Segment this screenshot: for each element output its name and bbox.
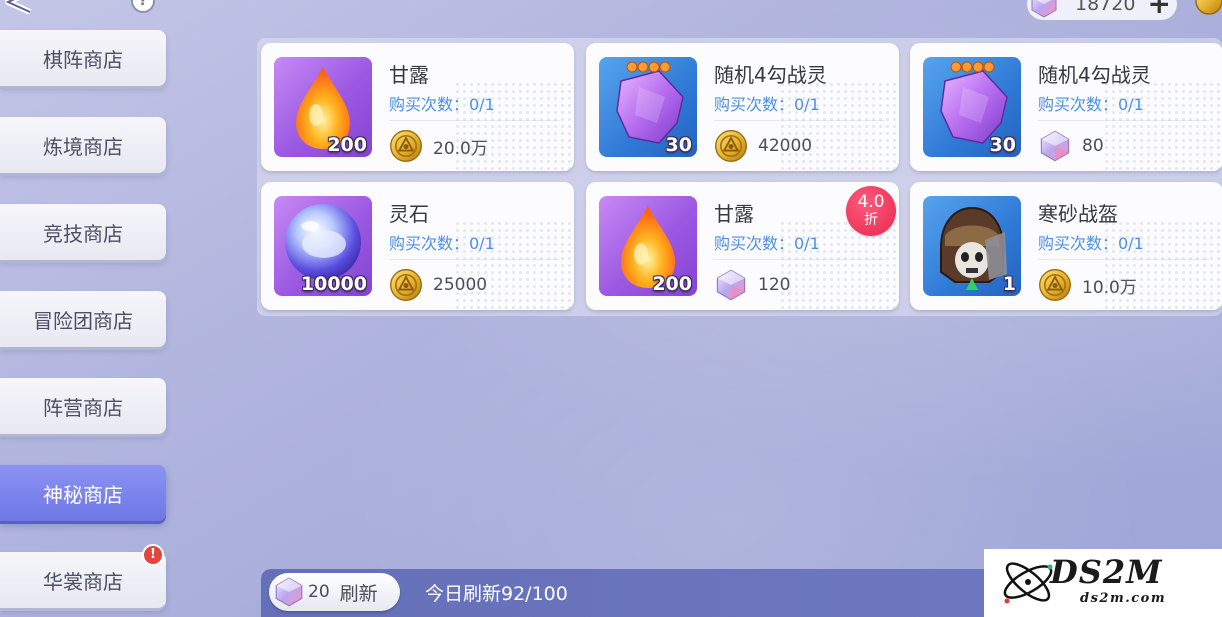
gem-amount: 18720 bbox=[1075, 0, 1136, 15]
refresh-button[interactable]: 20 刷新 bbox=[269, 573, 400, 611]
refresh-cost: 20 bbox=[308, 582, 330, 602]
item-quantity: 200 bbox=[327, 134, 367, 156]
divider bbox=[714, 259, 885, 260]
purchase-limit: 购买次数：0/1 bbox=[714, 95, 820, 114]
divider bbox=[1038, 120, 1209, 121]
war-spirit-shard-icon: 30 bbox=[599, 57, 697, 157]
purchase-limit: 购买次数：0/1 bbox=[1038, 234, 1144, 253]
sidebar-tab[interactable]: 冒险团商店 bbox=[0, 291, 166, 347]
item-price: 42000 bbox=[714, 127, 812, 165]
item-price: 80 bbox=[1038, 127, 1104, 165]
item-name: 甘露 bbox=[714, 202, 754, 226]
shop-item-card[interactable]: 30 随机4勾战灵购买次数：0/1 80 bbox=[910, 43, 1222, 171]
logo-text: DS2M bbox=[1050, 553, 1163, 591]
gold-coin-icon bbox=[1039, 269, 1071, 301]
sidebar-tab[interactable]: 华裳商店! bbox=[0, 544, 166, 608]
sidebar-tab[interactable]: 竞技商店 bbox=[0, 204, 166, 260]
divider bbox=[1038, 259, 1209, 260]
sidebar-tab-label: 阵营商店 bbox=[43, 395, 123, 420]
war-helmet-icon: 1 bbox=[923, 196, 1021, 296]
price-value: 120 bbox=[758, 275, 791, 295]
shop-item-card[interactable]: 1 寒砂战盔购买次数：0/1 10.0万 bbox=[910, 182, 1222, 310]
nectar-drop-icon: 200 bbox=[599, 196, 697, 296]
divider bbox=[714, 120, 885, 121]
sidebar-tab[interactable]: 阵营商店 bbox=[0, 378, 166, 434]
sidebar-tab-label: 棋阵商店 bbox=[43, 47, 123, 72]
war-spirit-shard-icon: 30 bbox=[923, 57, 1021, 157]
item-quantity: 10000 bbox=[300, 273, 367, 295]
gold-coin-icon bbox=[1195, 0, 1222, 15]
help-button[interactable]: ? bbox=[131, 0, 155, 13]
crystal-gem-icon bbox=[275, 577, 303, 607]
daily-refresh-count: 今日刷新92/100 bbox=[425, 583, 568, 605]
item-price: 10.0万 bbox=[1038, 266, 1137, 304]
notification-badge: ! bbox=[142, 544, 164, 566]
price-value: 42000 bbox=[758, 136, 813, 156]
item-quantity: 200 bbox=[652, 273, 692, 295]
item-price: 25000 bbox=[389, 266, 487, 304]
price-value: 20.0万 bbox=[433, 138, 488, 159]
refresh-label: 刷新 bbox=[339, 582, 378, 605]
crystal-gem-icon bbox=[1040, 130, 1070, 162]
item-name: 随机4勾战灵 bbox=[714, 63, 827, 87]
item-price: 20.0万 bbox=[389, 127, 488, 165]
item-name: 随机4勾战灵 bbox=[1038, 63, 1151, 87]
item-price: 120 bbox=[714, 266, 790, 304]
item-name: 甘露 bbox=[389, 63, 429, 87]
gold-coin-icon bbox=[715, 130, 747, 162]
shop-item-card[interactable]: 30 随机4勾战灵购买次数：0/1 42000 bbox=[586, 43, 899, 171]
purchase-limit: 购买次数：0/1 bbox=[714, 234, 820, 253]
sidebar-tab-label: 神秘商店 bbox=[43, 482, 123, 507]
sidebar-tab-label: 华裳商店 bbox=[43, 569, 123, 594]
shop-item-card[interactable]: 10000 灵石购买次数：0/1 25000 bbox=[261, 182, 574, 310]
watermark-logo: DS2M ds2m.com bbox=[984, 549, 1222, 617]
discount-unit: 折 bbox=[864, 212, 878, 228]
sidebar-tab[interactable]: 炼境商店 bbox=[0, 117, 166, 173]
logo-url: ds2m.com bbox=[1080, 591, 1167, 606]
sidebar-tab-label: 冒险团商店 bbox=[33, 308, 133, 333]
divider bbox=[389, 120, 560, 121]
price-value: 25000 bbox=[433, 275, 488, 295]
back-arrow-icon[interactable] bbox=[0, 0, 40, 14]
item-name: 寒砂战盔 bbox=[1038, 202, 1118, 226]
sidebar-tab-label: 竞技商店 bbox=[43, 221, 123, 246]
add-gem-button[interactable]: + bbox=[1147, 0, 1170, 18]
purchase-limit: 购买次数：0/1 bbox=[1038, 95, 1144, 114]
item-name: 灵石 bbox=[389, 202, 429, 226]
purchase-limit: 购买次数：0/1 bbox=[389, 95, 495, 114]
gold-coin-icon bbox=[390, 130, 422, 162]
item-quantity: 30 bbox=[989, 134, 1016, 156]
crystal-gem-icon bbox=[716, 269, 746, 301]
price-value: 10.0万 bbox=[1082, 277, 1137, 298]
sidebar-tab[interactable]: 棋阵商店 bbox=[0, 30, 166, 86]
discount-badge: 4.0 折 bbox=[846, 186, 896, 236]
atom-logo-icon bbox=[1003, 562, 1053, 604]
gold-coin-icon bbox=[390, 269, 422, 301]
sidebar-tab-label: 炼境商店 bbox=[43, 134, 123, 159]
gem-currency-display: 18720 + bbox=[1027, 0, 1177, 20]
item-quantity: 1 bbox=[1002, 273, 1016, 295]
item-quantity: 30 bbox=[665, 134, 692, 156]
crystal-gem-icon bbox=[1031, 0, 1057, 18]
discount-value: 4.0 bbox=[857, 192, 885, 212]
sidebar-tab[interactable]: 神秘商店 bbox=[0, 465, 166, 521]
divider bbox=[389, 259, 560, 260]
nectar-drop-icon: 200 bbox=[274, 57, 372, 157]
purchase-limit: 购买次数：0/1 bbox=[389, 234, 495, 253]
spirit-stone-icon: 10000 bbox=[274, 196, 372, 296]
price-value: 80 bbox=[1082, 136, 1104, 156]
shop-item-card[interactable]: 200 甘露购买次数：0/1 20.0万 bbox=[261, 43, 574, 171]
